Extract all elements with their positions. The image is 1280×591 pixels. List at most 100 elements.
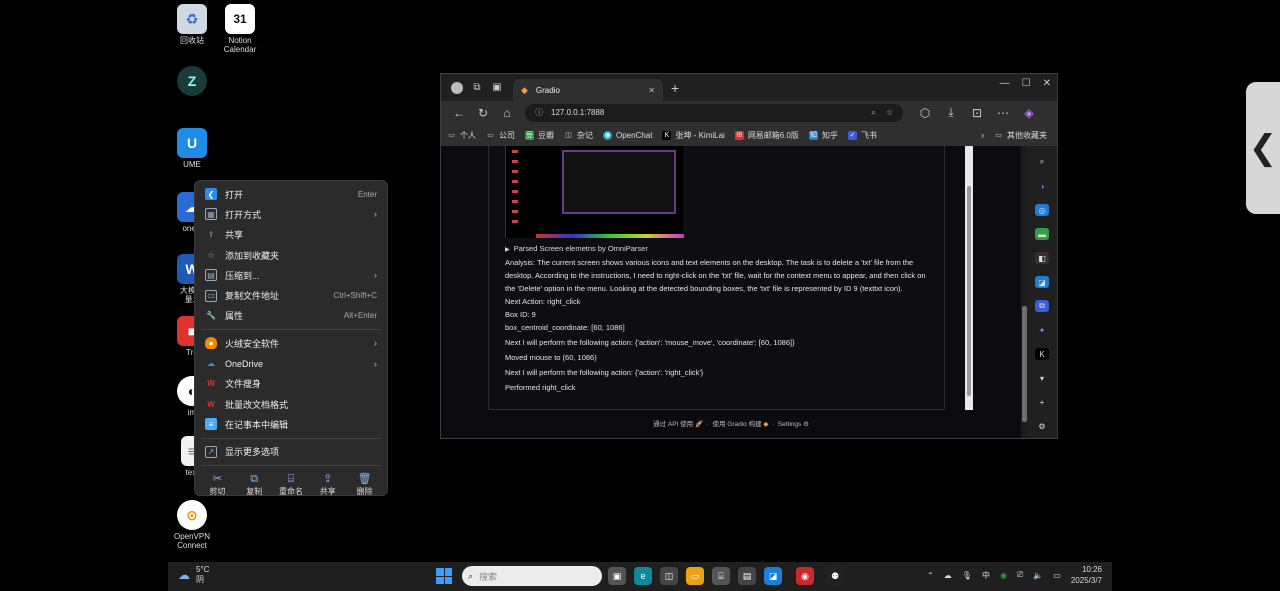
desktop-icon-app-z[interactable]: Z <box>168 66 216 98</box>
screenshot-icon[interactable]: ⊡ <box>965 103 989 123</box>
bookmark-item[interactable]: ◫ 杂记 <box>564 130 593 141</box>
output-line: Next Action: right_click <box>505 297 581 306</box>
sidebar-kimi-icon[interactable]: K <box>1035 347 1049 361</box>
sidebar-app-icon[interactable]: ◪ <box>1035 275 1049 289</box>
menu-shortcut: Enter <box>357 189 377 199</box>
volume-icon[interactable]: 🔈 <box>1033 571 1043 580</box>
taskbar-app-icon[interactable]: ⚉ <box>826 567 844 585</box>
share-button[interactable]: ⇪ 共享 <box>310 472 346 497</box>
microphone-icon[interactable]: 🎙 <box>962 571 972 580</box>
tab-gradio[interactable]: ◆ Gradio ✕ <box>513 79 663 101</box>
menu-item-properties[interactable]: 🔧 属性 Alt+Enter <box>199 306 383 326</box>
close-window-icon[interactable]: ✕ <box>1043 78 1051 89</box>
taskbar-app-icon[interactable]: ▣ <box>608 567 626 585</box>
site-info-icon[interactable]: ⓘ <box>535 107 543 118</box>
sidebar-app-icon[interactable]: ⧉ <box>1035 299 1049 313</box>
extensions-icon[interactable]: ⬡ <box>913 103 937 123</box>
taskbar-search[interactable]: ⌕ 搜索 <box>462 566 602 586</box>
rename-button[interactable]: ⌸ 重命名 <box>273 472 309 497</box>
sidebar-settings-icon[interactable]: ⚙ <box>1035 420 1049 433</box>
weather-widget[interactable]: ☁ 5°C 阴 <box>178 565 209 585</box>
copy-button[interactable]: ⧉ 复制 <box>236 472 272 497</box>
more-options-icon[interactable]: ⋯ <box>991 103 1015 123</box>
menu-item-batch-convert[interactable]: W 批量改文档格式 <box>199 394 383 414</box>
app-tray-icon[interactable]: ◉ <box>1000 571 1007 580</box>
battery-icon[interactable]: ▭ <box>1053 571 1061 580</box>
sidebar-copilot-icon[interactable]: ◑ <box>1035 180 1049 193</box>
start-button[interactable] <box>436 568 452 584</box>
home-icon[interactable]: ⌂ <box>495 103 519 123</box>
parsed-elements-summary[interactable]: ▶ Parsed Screen elemetns by OmniParser <box>505 242 928 256</box>
bookmark-item[interactable]: ◉ OpenChat <box>603 130 652 140</box>
bookmark-item[interactable]: ▭ 个人 <box>447 130 476 141</box>
taskbar-app-icon[interactable]: ▤ <box>738 567 756 585</box>
taskbar-app-icon[interactable]: ◪ <box>764 567 782 585</box>
menu-item-huorong[interactable]: ● 火绒安全软件 › <box>199 333 383 353</box>
close-tab-icon[interactable]: ✕ <box>648 86 655 95</box>
taskbar-app-icon[interactable]: ◫ <box>660 567 678 585</box>
api-link[interactable]: 通过 API 使用 <box>653 421 693 428</box>
maximize-icon[interactable]: ☐ <box>1022 78 1031 89</box>
cloud-tray-icon[interactable]: ☁ <box>944 571 952 580</box>
favorite-star-icon[interactable]: ☆ <box>886 108 893 117</box>
menu-item-show-more[interactable]: ↗ 显示更多选项 <box>199 442 383 462</box>
bookmark-item[interactable]: 豆豆瓣 <box>525 130 554 141</box>
menu-item-onedrive[interactable]: ☁ OneDrive › <box>199 353 383 373</box>
ime-indicator[interactable]: 中 <box>982 570 990 581</box>
menu-item-open[interactable]: ❮ 打开 Enter <box>199 184 383 204</box>
menu-item-compress[interactable]: ▤ 压缩到... › <box>199 265 383 285</box>
other-bookmarks[interactable]: ▭ 其他收藏夹 <box>994 130 1047 141</box>
delete-button[interactable]: 🗑 删除 <box>347 472 383 497</box>
bookmark-item[interactable]: ✓ 飞书 <box>847 130 877 141</box>
menu-item-copy-path[interactable]: ▭ 复制文件地址 Ctrl+Shift+C <box>199 285 383 305</box>
desktop-icon-openvpn[interactable]: ⊙ OpenVPN Connect <box>168 500 216 550</box>
tab-actions-icon[interactable]: ▣ <box>487 79 507 97</box>
bookmark-item[interactable]: K 张坤 - KimiLai <box>662 130 725 141</box>
menu-item-file-slim[interactable]: W 文件瘦身 <box>199 374 383 394</box>
built-with-gradio-link[interactable]: 使用 Gradio 构建 <box>712 421 761 428</box>
desktop-icon-ume[interactable]: U UME <box>168 128 216 169</box>
agent-output-text: Analysis: The current screen shows vario… <box>505 256 928 394</box>
menu-item-share[interactable]: ⇪ 共享 <box>199 225 383 245</box>
desktop-icon-notion-calendar[interactable]: 31 Notion Calendar <box>216 4 264 54</box>
profile-avatar-icon[interactable] <box>447 79 467 97</box>
settings-link[interactable]: Settings <box>778 421 802 428</box>
sidebar-app-icon[interactable]: ▬ <box>1035 227 1049 241</box>
bookmark-item[interactable]: 知知乎 <box>808 130 838 141</box>
chevron-right-icon[interactable]: › <box>981 131 984 140</box>
bookmark-item[interactable]: ✉ 网易邮箱6.0版 <box>734 130 799 141</box>
new-tab-icon[interactable]: + <box>671 80 679 96</box>
sidebar-sparkle-icon[interactable]: ✦ <box>1035 324 1049 337</box>
sidebar-chevron-down-icon[interactable]: ▾ <box>1035 372 1049 385</box>
menu-item-open-with[interactable]: ▦ 打开方式 › <box>199 204 383 224</box>
menu-item-edit-notepad[interactable]: ≡ 在记事本中编辑 <box>199 414 383 434</box>
address-bar[interactable]: ⓘ 127.0.0.1:7888 ⌕ ☆ <box>525 103 903 122</box>
taskbar-app-icon[interactable]: ⌸ <box>712 567 730 585</box>
edge-icon[interactable]: e <box>634 567 652 585</box>
clock[interactable]: 10:26 2025/3/7 <box>1071 564 1102 586</box>
minimize-icon[interactable]: — <box>1000 78 1010 89</box>
back-icon[interactable]: ← <box>447 103 471 123</box>
chevron-up-icon[interactable]: ⌃ <box>927 571 934 580</box>
desktop-icon-recycle-bin[interactable]: ♻ 回收站 <box>168 4 216 45</box>
network-icon[interactable]: ⎚ <box>1017 570 1023 580</box>
workspaces-icon[interactable]: ⧉ <box>467 79 487 97</box>
chevron-right-icon: › <box>374 338 377 349</box>
file-explorer-icon[interactable]: ▭ <box>686 567 704 585</box>
bookmark-item[interactable]: ▭ 公司 <box>486 130 515 141</box>
side-panel-handle[interactable]: ❮ <box>1246 82 1280 214</box>
scrollbar-thumb[interactable] <box>967 186 971 396</box>
cut-button[interactable]: ✂ 剪切 <box>199 472 235 497</box>
sidebar-add-icon[interactable]: + <box>1035 396 1049 409</box>
sidebar-app-icon[interactable]: ◧ <box>1035 251 1049 265</box>
wechat-icon[interactable]: ◉ <box>796 567 814 585</box>
menu-item-add-favorites[interactable]: ☆ 添加到收藏夹 <box>199 245 383 265</box>
downloads-icon[interactable]: ⤓ <box>939 103 963 123</box>
refresh-icon[interactable]: ↻ <box>471 103 495 123</box>
clock-date: 2025/3/7 <box>1070 576 1102 585</box>
search-icon[interactable]: ⌕ <box>871 108 875 118</box>
copilot-icon[interactable]: ◈ <box>1017 103 1041 123</box>
sidebar-search-icon[interactable]: ⌕ <box>1035 156 1049 169</box>
sidebar-app-icon[interactable]: ◎ <box>1035 203 1049 217</box>
output-scrollbar[interactable] <box>965 146 973 410</box>
